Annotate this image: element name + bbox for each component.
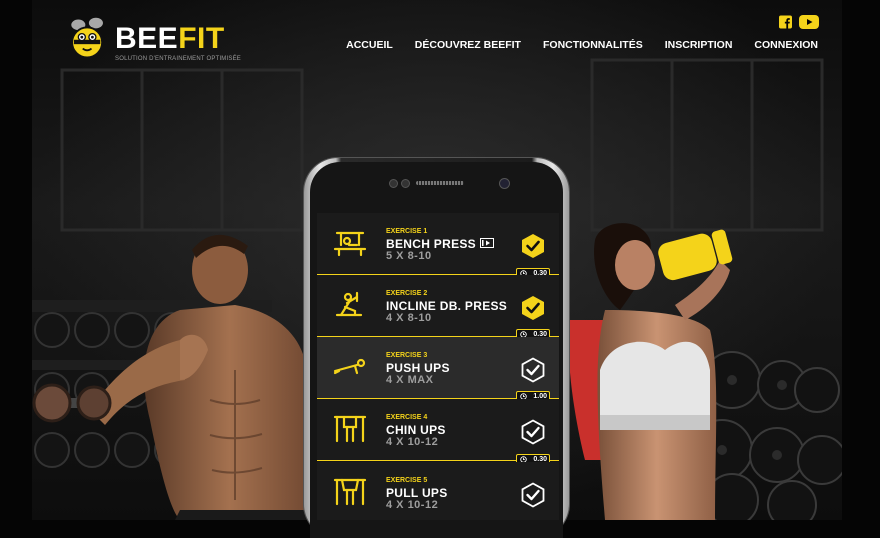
nav-item-inscription[interactable]: INSCRIPTION	[665, 39, 733, 51]
exercise-sets: 5 X 8-10	[386, 250, 432, 262]
nav-item-accueil[interactable]: ACCUEIL	[346, 39, 393, 51]
exercise-row[interactable]: EXERCISE 2 INCLINE DB. PRESS 4 X 8-10	[317, 275, 559, 337]
exercise-row[interactable]: EXERCISE 4 CHIN UPS 4 X 10-12	[317, 399, 559, 461]
workout-screen: EXERCISE 1 BENCH PRESS 5 X 8-10 0.30 EXE…	[317, 213, 559, 520]
exercise-name: PULL UPS	[386, 486, 448, 500]
phone-speaker	[416, 181, 464, 185]
main-navigation: ACCUEIL DÉCOUVREZ BEEFIT FONCTIONNALITÉS…	[346, 39, 818, 51]
exercise-name: PUSH UPS	[386, 361, 450, 375]
exercise-sets: 4 X 10-12	[386, 436, 439, 448]
exercise-row[interactable]: EXERCISE 5 PULL UPS 4 X 10-12	[317, 462, 559, 520]
exercise-sets: 4 X MAX	[386, 374, 434, 386]
checkmark-pending-icon[interactable]	[521, 419, 545, 445]
brand-name-part1: BEE	[115, 22, 179, 55]
exercise-name: CHIN UPS	[386, 423, 446, 437]
checkmark-pending-icon[interactable]	[521, 357, 545, 383]
brand-tagline: SOLUTION D'ENTRAINEMENT OPTIMISÉE	[115, 56, 241, 62]
exercise-number: EXERCISE 4	[386, 414, 428, 421]
exercise-name: INCLINE DB. PRESS	[386, 299, 508, 313]
page-margin-right	[842, 0, 880, 520]
exercise-sets: 4 X 10-12	[386, 499, 439, 511]
exercise-row[interactable]: EXERCISE 1 BENCH PRESS 5 X 8-10	[317, 213, 559, 275]
phone-sensor	[401, 179, 410, 188]
bench-press-icon	[333, 231, 367, 257]
checkmark-completed-icon[interactable]	[521, 295, 545, 321]
brand-name[interactable]: BEEFIT	[115, 24, 225, 54]
checkmark-completed-icon[interactable]	[521, 233, 545, 259]
nav-item-connexion[interactable]: CONNEXION	[754, 39, 818, 51]
athlete-woman-image	[568, 223, 733, 520]
checkmark-pending-icon[interactable]	[521, 482, 545, 508]
phone-front-camera	[499, 178, 510, 189]
exercise-number: EXERCISE 2	[386, 290, 428, 297]
exercise-name: BENCH PRESS	[386, 237, 476, 251]
athlete-man-image	[32, 234, 315, 520]
push-up-icon	[333, 358, 366, 375]
brand-name-part2: FIT	[178, 22, 225, 55]
exercise-sets: 4 X 8-10	[386, 312, 432, 324]
youtube-icon[interactable]	[799, 15, 819, 29]
video-icon[interactable]	[480, 238, 494, 248]
exercise-number: EXERCISE 1	[386, 228, 428, 235]
nav-item-fonctionnalites[interactable]: FONCTIONNALITÉS	[543, 39, 643, 51]
chin-up-icon	[333, 415, 367, 443]
bee-logo-icon[interactable]	[66, 14, 110, 62]
exercise-row[interactable]: EXERCISE 3 PUSH UPS 4 X MAX	[317, 337, 559, 399]
exercise-number: EXERCISE 3	[386, 352, 428, 359]
facebook-icon[interactable]	[779, 15, 792, 29]
pull-up-icon	[333, 478, 367, 506]
phone-sensor	[389, 179, 398, 188]
exercise-number: EXERCISE 5	[386, 477, 428, 484]
nav-item-decouvrez[interactable]: DÉCOUVREZ BEEFIT	[415, 39, 521, 51]
page-margin-left	[0, 0, 32, 520]
incline-press-icon	[335, 291, 363, 317]
